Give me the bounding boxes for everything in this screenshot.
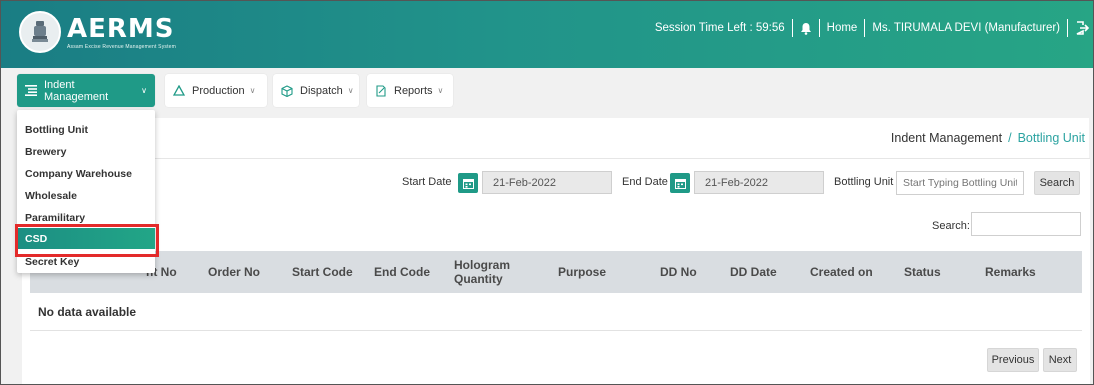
session-timer: Session Time Left : 59:56 [654, 22, 785, 34]
column-header[interactable]: Hologram Quantity [454, 251, 524, 293]
divider [1067, 19, 1068, 37]
divider [864, 19, 866, 37]
menu-dispatch[interactable]: Dispatch ∨ [273, 74, 359, 107]
table-row: No data available [30, 293, 1082, 331]
column-header[interactable]: End Code [374, 251, 430, 293]
calendar-icon[interactable] [458, 173, 478, 193]
report-icon [375, 84, 387, 97]
bottling-unit-input[interactable] [896, 171, 1024, 195]
state-emblem-icon [19, 11, 61, 53]
header-right: Session Time Left : 59:56 Home Ms. TIRUM… [655, 17, 1089, 39]
empty-table-message: No data available [38, 305, 137, 319]
chevron-down-icon: ∨ [249, 86, 256, 95]
menu-label: Dispatch [300, 84, 343, 97]
divider [818, 19, 820, 37]
menu-label: Reports [394, 84, 433, 97]
breadcrumb: Indent Management / Bottling Unit [891, 131, 1085, 145]
dropdown-item-brewery[interactable]: Brewery [17, 141, 155, 162]
search-button[interactable]: Search [1034, 171, 1080, 195]
next-page-button[interactable]: Next [1043, 348, 1077, 372]
triangle-icon [173, 85, 185, 96]
menu-indent-management[interactable]: Indent Management ∨ [17, 74, 155, 107]
breadcrumb-parent[interactable]: Indent Management [891, 131, 1002, 145]
column-header[interactable]: Order No [208, 251, 260, 293]
column-header[interactable]: DD No [660, 251, 697, 293]
chevron-down-icon: ∨ [347, 86, 354, 95]
top-header: AERMS Assam Excise Revenue Management Sy… [1, 1, 1093, 68]
start-date-input[interactable]: 21-Feb-2022 [482, 171, 612, 194]
column-header[interactable]: Status [904, 251, 941, 293]
table-header: nt No Order No Start Code End Code Holog… [30, 251, 1082, 293]
filter-row: Start Date 21-Feb-2022 End Date 21-Feb-2… [22, 171, 1090, 195]
logout-icon[interactable] [1075, 21, 1089, 35]
logo-title: AERMS [67, 13, 175, 44]
dropdown-item-bottling-unit[interactable]: Bottling Unit [17, 119, 155, 140]
logo-subtitle: Assam Excise Revenue Management System [67, 43, 177, 50]
calendar-icon[interactable] [670, 173, 690, 193]
start-date-label: Start Date [402, 176, 452, 188]
menu-production[interactable]: Production ∨ [165, 74, 267, 107]
dropdown-item-company-warehouse[interactable]: Company Warehouse [17, 163, 155, 184]
menu-label: Production [192, 84, 245, 97]
indent-list-card: Start Date 21-Feb-2022 End Date 21-Feb-2… [22, 158, 1090, 384]
table-search-input[interactable] [971, 212, 1081, 236]
main-menu-bar: Indent Management ∨ Production ∨ Dispatc… [1, 68, 1093, 111]
column-header[interactable]: Start Code [292, 251, 353, 293]
column-header[interactable]: Purpose [558, 251, 606, 293]
chevron-down-icon: ∨ [437, 86, 444, 95]
column-header[interactable]: Remarks [985, 251, 1036, 293]
home-link[interactable]: Home [827, 22, 858, 34]
user-name[interactable]: Ms. TIRUMALA DEVI (Manufacturer) [872, 22, 1060, 34]
app-window: AERMS Assam Excise Revenue Management Sy… [0, 0, 1094, 385]
column-header[interactable]: DD Date [730, 251, 777, 293]
breadcrumb-separator: / [1008, 131, 1012, 145]
app-logo[interactable]: AERMS Assam Excise Revenue Management Sy… [19, 11, 176, 53]
divider [791, 19, 793, 37]
dropdown-item-wholesale[interactable]: Wholesale [17, 185, 155, 206]
menu-label: Indent Management [44, 78, 109, 103]
box-icon [281, 84, 293, 97]
menu-reports[interactable]: Reports ∨ [367, 74, 453, 107]
bottling-unit-label: Bottling Unit [834, 176, 894, 188]
end-date-label: End Date [622, 176, 668, 188]
breadcrumb-bar: Indent Management / Bottling Unit [21, 118, 1089, 158]
chevron-down-icon: ∨ [141, 86, 147, 95]
breadcrumb-current: Bottling Unit [1017, 131, 1085, 145]
table-search-label: Search: [932, 220, 970, 232]
highlight-box [15, 224, 159, 257]
bell-icon[interactable] [800, 22, 812, 35]
list-icon [25, 85, 37, 96]
column-header[interactable]: Created on [810, 251, 873, 293]
end-date-input[interactable]: 21-Feb-2022 [694, 171, 824, 194]
previous-page-button[interactable]: Previous [987, 348, 1039, 372]
